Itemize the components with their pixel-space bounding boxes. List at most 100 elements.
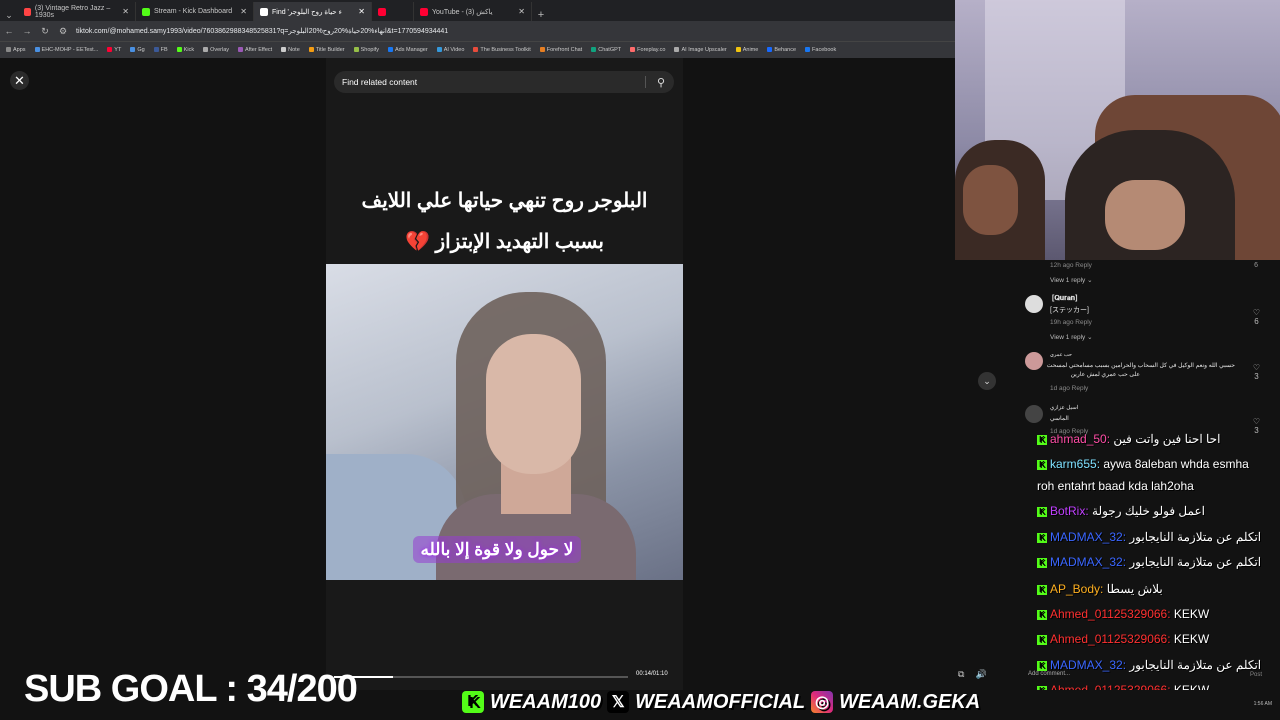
bookmark-item[interactable]: Foreplay.co	[630, 47, 665, 53]
bookmark-item[interactable]: Kick	[176, 47, 194, 53]
person-face-shape	[486, 334, 581, 474]
chat-username: Ahmed_01125329066:	[1050, 683, 1174, 690]
close-video-button[interactable]: ✕	[10, 71, 29, 90]
bookmark-item[interactable]: Behance	[767, 47, 796, 53]
bookmark-item[interactable]: AI Video	[436, 47, 464, 53]
new-tab-icon[interactable]: +	[532, 9, 550, 21]
bookmark-item[interactable]: Shopify	[353, 47, 379, 53]
bookmark-item[interactable]: Title Builder	[308, 47, 345, 53]
kick-badge-icon: K	[1037, 557, 1047, 568]
bookmark-item[interactable]: Overlay	[203, 47, 229, 53]
bookmark-favicon-icon	[591, 47, 597, 53]
bookmark-favicon-icon	[735, 47, 741, 53]
avatar[interactable]	[1025, 295, 1043, 313]
bookmark-item[interactable]: Gg	[130, 47, 145, 53]
search-placeholder: Find related content	[342, 77, 418, 87]
site-info-icon[interactable]: ⚙	[54, 26, 72, 37]
comment-author[interactable]: حب عمري	[1050, 352, 1072, 358]
scroll-down-button[interactable]: ⌄	[978, 372, 996, 390]
bookmark-item[interactable]: YT	[107, 47, 121, 53]
url-field[interactable]: tiktok.com/@mohamed.samy1993/video/76038…	[76, 27, 448, 35]
heart-icon[interactable]: ♡ 6	[1253, 308, 1260, 326]
bookmark-favicon-icon	[387, 47, 393, 53]
tab-title: Stream - Kick Dashboard	[154, 8, 233, 15]
bookmark-item[interactable]: Note	[281, 47, 300, 53]
chat-username: Ahmed_01125329066:	[1050, 607, 1174, 621]
search-input[interactable]: Find related content ⚲	[334, 71, 674, 93]
bookmark-label: Shopify	[360, 47, 379, 53]
bookmark-favicon-icon	[203, 47, 209, 53]
bookmark-label: Behance	[774, 47, 797, 53]
video-time: 00:14/01:10	[636, 671, 668, 677]
social-handles-overlay: K WEAAM100 𝕏 WEAAMOFFICIAL ◎ WEAAM.GEKA	[462, 688, 980, 716]
tiktok-favicon-icon	[260, 7, 268, 16]
bookmark-item[interactable]: Ads Manager	[387, 47, 428, 53]
bookmark-label: EHC-MOHP - EETest...	[41, 47, 99, 53]
chat-text: اعمل فولو خليك رجولة	[1092, 504, 1205, 518]
bookmark-item[interactable]: The Business Toolkit	[473, 47, 531, 53]
chat-text: KEKW	[1173, 607, 1210, 621]
avatar[interactable]	[1025, 352, 1043, 370]
bookmark-label: Foreplay.co	[637, 47, 666, 53]
close-tab-icon[interactable]: ✕	[518, 7, 525, 16]
bookmark-item[interactable]: Facebook	[805, 47, 836, 53]
like-count: 6	[1254, 317, 1259, 326]
picture-in-picture-icon[interactable]: ⧉	[958, 669, 964, 680]
comment-meta[interactable]: 19h ago Reply	[1050, 319, 1092, 326]
comments-panel: 12h ago Reply 6 View 1 reply ⌄ [𝐐𝐮𝐫𝐚𝐧] […	[955, 260, 1280, 690]
avatar[interactable]	[1025, 405, 1043, 423]
back-icon[interactable]: ←	[0, 26, 18, 36]
search-icon[interactable]: ⚲	[657, 76, 665, 89]
bookmark-item[interactable]: FB	[153, 47, 168, 53]
heart-icon[interactable]: ♡ 3	[1253, 363, 1260, 381]
video-progress-bar[interactable]	[334, 676, 628, 678]
bookmark-favicon-icon	[308, 47, 314, 53]
comment-author[interactable]: [𝐐𝐮𝐫𝐚𝐧]	[1052, 295, 1077, 303]
reload-icon[interactable]: ↻	[36, 26, 54, 37]
bookmark-label: ChatGPT	[598, 47, 622, 53]
kick-logo-icon: K	[462, 691, 484, 713]
tab-search-icon[interactable]: ⌄	[0, 10, 18, 21]
bookmark-favicon-icon	[153, 47, 159, 53]
kick-handle: WEAAM100	[490, 690, 602, 713]
bookmark-item[interactable]: AI Image Upscaler	[674, 47, 727, 53]
video-controls: ⧉ 🔊	[958, 669, 987, 680]
bookmark-item[interactable]: EHC-MOHP - EETest...	[34, 47, 99, 53]
bookmark-favicon-icon	[353, 47, 359, 53]
add-comment-input[interactable]: Add comment...	[1028, 671, 1070, 677]
tab-tiktok[interactable]: Find 'انهاء حياة روح البلوجر' | TikTok ✕	[254, 2, 372, 21]
bookmark-item[interactable]: ChatGPT	[591, 47, 621, 53]
tab-kick[interactable]: Stream - Kick Dashboard ✕	[136, 2, 254, 21]
like-count: 3	[1254, 372, 1259, 381]
youtube-favicon-icon	[378, 7, 386, 16]
bookmark-item[interactable]: Apps	[6, 47, 26, 53]
video-frame[interactable]	[326, 264, 683, 580]
view-replies-link[interactable]: View 1 reply ⌄	[1050, 276, 1093, 284]
instagram-handle: WEAAM.GEKA	[839, 690, 981, 713]
bookmark-label: Note	[288, 47, 300, 53]
tab-youtube-small[interactable]	[372, 2, 414, 21]
tab-jazz[interactable]: (3) Vintage Retro Jazz – 1930s ✕	[18, 2, 136, 21]
close-tab-icon[interactable]: ✕	[240, 7, 247, 16]
bookmark-item[interactable]: Anime	[735, 47, 758, 53]
tab-youtube[interactable]: YouTube - (3) ياكش ✕	[414, 2, 532, 21]
chat-text: اتكلم عن متلازمة النايجابور	[1129, 658, 1262, 672]
heart-icon[interactable]: ♡ 3	[1253, 417, 1260, 435]
bookmark-favicon-icon	[630, 47, 636, 53]
bookmark-label: FB	[160, 47, 168, 53]
volume-icon[interactable]: 🔊	[975, 669, 986, 680]
bookmark-item[interactable]: After Effect	[238, 47, 272, 53]
comment-meta[interactable]: 12h ago Reply	[1050, 262, 1092, 269]
comment-author[interactable]: اسيل عزازي	[1050, 405, 1078, 411]
view-replies-link[interactable]: View 1 reply ⌄	[1050, 333, 1093, 341]
bookmark-label: Facebook	[812, 47, 837, 53]
post-button[interactable]: Post	[1250, 672, 1262, 678]
kick-badge-icon: K	[1037, 459, 1047, 470]
close-tab-icon[interactable]: ✕	[122, 7, 129, 16]
bookmark-label: Apps	[13, 47, 26, 53]
bookmark-item[interactable]: Forefront Chat	[539, 47, 582, 53]
close-tab-icon[interactable]: ✕	[358, 7, 365, 16]
comment-meta[interactable]: 1d ago Reply	[1050, 385, 1088, 392]
forward-icon[interactable]: →	[18, 26, 36, 36]
chat-message: KAhmed_01125329066: KEKW	[1037, 683, 1209, 690]
